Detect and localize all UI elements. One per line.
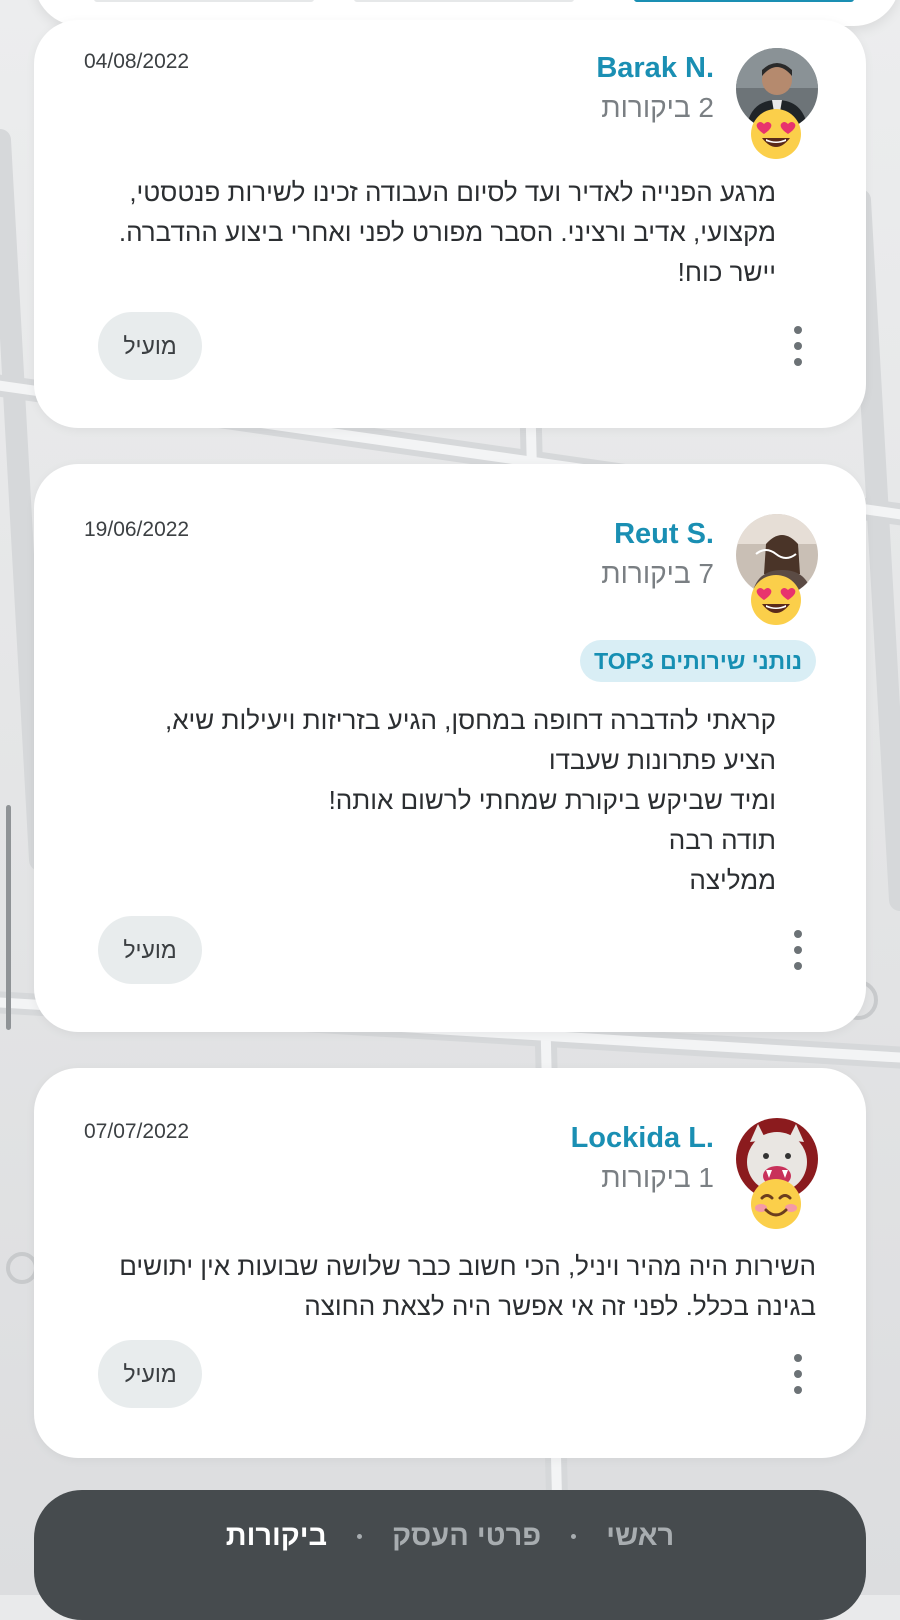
review-text-line: בגינה בכלל. לפני זה אי אפשר היה לצאת החו… bbox=[304, 1291, 816, 1321]
review-text-line: השירות היה מהיר ויניל, הכי חשוב כבר שלוש… bbox=[119, 1251, 816, 1281]
smiling-face-icon bbox=[750, 1178, 802, 1230]
review-card: 07/07/2022 Lockida L. 1 ביקורות השירות ה… bbox=[34, 1068, 866, 1458]
review-text: מרגע הפנייה לאדיר ועד לסיום העבודה זכינו… bbox=[84, 172, 776, 292]
reviewer-name[interactable]: Reut S. bbox=[614, 518, 714, 551]
helpful-button[interactable]: מועיל bbox=[98, 1340, 202, 1408]
review-text-line: יישר כוח! bbox=[677, 257, 776, 287]
nav-item-business-details[interactable]: פרטי העסק bbox=[392, 1520, 541, 1553]
reviewer-review-count: 2 ביקורות bbox=[601, 92, 714, 123]
helpful-button[interactable]: מועיל bbox=[98, 916, 202, 984]
nav-item-home[interactable]: ראשי bbox=[606, 1520, 674, 1553]
review-card: 04/08/2022 Barak N. 2 ביקורות מרגע הפניי… bbox=[34, 20, 866, 428]
heart-eyes-icon bbox=[750, 108, 802, 160]
review-date: 04/08/2022 bbox=[84, 50, 190, 73]
reviewer-name[interactable]: Barak N. bbox=[596, 52, 714, 85]
nav-item-reviews[interactable]: ביקורות bbox=[226, 1520, 327, 1553]
review-card: 19/06/2022 Reut S. 7 ביקורות נותני שירות… bbox=[34, 464, 866, 1032]
top3-badge: נותני שירותים TOP3 bbox=[580, 640, 816, 682]
review-text-line: תודה רבה bbox=[668, 825, 776, 855]
reviewer-review-count: 7 ביקורות bbox=[601, 558, 714, 589]
review-text-line: מקצועי, אדיב ורציני. הסבר מפורט לפני ואח… bbox=[118, 217, 776, 247]
nav-separator bbox=[357, 1534, 363, 1539]
review-text-line: הציע פתרונות שעבדו bbox=[548, 745, 776, 775]
review-text-line: מרגע הפנייה לאדיר ועד לסיום העבודה זכינו… bbox=[129, 177, 776, 207]
reviewer-review-count: 1 ביקורות bbox=[601, 1162, 714, 1193]
reviewer-name[interactable]: Lockida L. bbox=[571, 1122, 714, 1155]
review-date: 07/07/2022 bbox=[84, 1120, 190, 1143]
more-options-icon[interactable] bbox=[788, 1354, 808, 1394]
helpful-button[interactable]: מועיל bbox=[98, 312, 202, 380]
review-text-line: ממליצה bbox=[689, 865, 776, 895]
nav-separator bbox=[571, 1534, 577, 1539]
review-text-line: ומיד שביקש ביקורת שמחתי לרשום אותה! bbox=[328, 785, 776, 815]
bottom-nav-row: ראשי פרטי העסק ביקורות bbox=[34, 1520, 866, 1553]
more-options-icon[interactable] bbox=[788, 930, 808, 970]
heart-eyes-icon bbox=[750, 574, 802, 626]
bottom-nav: ראשי פרטי העסק ביקורות bbox=[34, 1490, 866, 1620]
scrollbar[interactable] bbox=[6, 805, 11, 1030]
review-date: 19/06/2022 bbox=[84, 518, 190, 541]
review-text: השירות היה מהיר ויניל, הכי חשוב כבר שלוש… bbox=[84, 1246, 816, 1326]
review-text: קראתי להדברה דחופה במחסן, הגיע בזריזות ו… bbox=[84, 700, 776, 900]
more-options-icon[interactable] bbox=[788, 326, 808, 366]
review-text-line: קראתי להדברה דחופה במחסן, הגיע בזריזות ו… bbox=[165, 705, 776, 735]
